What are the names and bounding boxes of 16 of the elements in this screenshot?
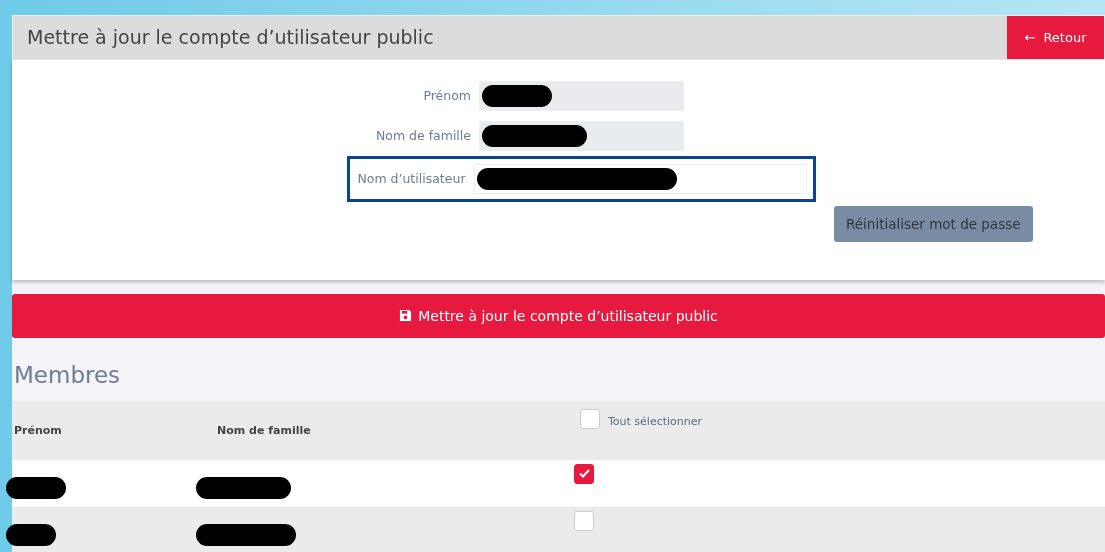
check-icon	[578, 469, 590, 478]
field-label: Prénom	[422, 86, 471, 105]
page-title: Mettre à jour le compte d’utilisateur public	[26, 25, 434, 51]
checkbox[interactable]	[580, 408, 600, 429]
save-button[interactable]: Mettre à jour le compte d’utilisateur public	[12, 294, 1105, 338]
field-label: Nom de famille	[374, 126, 471, 145]
column-header: Nom de famille	[217, 423, 311, 440]
reset-password-button[interactable]: Réinitialiser mot de passe	[834, 206, 1033, 243]
back-button[interactable]: ← Retour	[1007, 16, 1104, 59]
checkbox[interactable]	[574, 510, 594, 531]
field-label: Nom d’utilisateur	[356, 169, 466, 188]
section-title: Membres	[14, 361, 122, 390]
input-field[interactable]	[473, 164, 807, 194]
checkbox[interactable]	[574, 463, 594, 484]
column-header: Prénom	[14, 423, 62, 440]
select-all-label: Tout sélectionner	[608, 413, 703, 430]
